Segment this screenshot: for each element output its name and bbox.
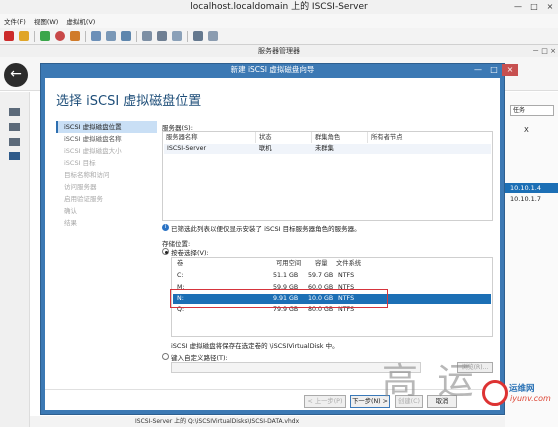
custom-path-label: 键入自定义路径(T): bbox=[171, 354, 228, 362]
menu-vm[interactable]: 虚拟机(V) bbox=[66, 16, 95, 26]
volume-cell: C: bbox=[177, 272, 184, 279]
clear-x[interactable]: X bbox=[524, 126, 529, 134]
step-location[interactable]: iSCSI 虚拟磁盘位置 bbox=[56, 121, 157, 133]
step-auth: 启用验证服务 bbox=[64, 195, 103, 203]
server-table: 服务器名称 状态 群集角色 所有者节点 ISCSI-Server 联机 未群集 bbox=[162, 131, 493, 221]
play-icon[interactable] bbox=[40, 31, 50, 41]
maximize-button[interactable]: □ bbox=[526, 0, 542, 14]
server-owner-cell bbox=[368, 144, 371, 154]
reset-icon[interactable] bbox=[55, 31, 65, 41]
server-status-cell: 联机 bbox=[259, 145, 272, 152]
local-server-icon[interactable] bbox=[9, 123, 20, 131]
step-size: iSCSI 虚拟磁盘大小 bbox=[64, 147, 122, 155]
back-arrow-icon[interactable]: ← bbox=[4, 63, 28, 87]
all-servers-icon[interactable] bbox=[9, 138, 20, 146]
col-free-space[interactable]: 可用空间 bbox=[276, 259, 301, 269]
step-access-servers: 访问服务器 bbox=[64, 183, 97, 191]
watermark-logo: 运维网 iyunv.com bbox=[482, 380, 554, 422]
power-icon[interactable] bbox=[70, 31, 80, 41]
table-row[interactable]: ISCSI-Server 联机 未群集 bbox=[164, 144, 491, 154]
wizard-heading: 选择 iSCSI 虚拟磁盘位置 bbox=[56, 94, 202, 109]
server-manager-title: 服务器管理器 bbox=[0, 45, 558, 57]
capacity-cell: 59.7 GB bbox=[308, 272, 334, 279]
col-capacity[interactable]: 容量 bbox=[315, 259, 328, 269]
left-navigation-pane bbox=[0, 92, 30, 427]
unity-icon[interactable] bbox=[172, 31, 182, 41]
step-confirm: 确认 bbox=[64, 207, 77, 215]
previous-button[interactable]: < 上一步(P) bbox=[304, 395, 346, 408]
table-row[interactable]: C: 51.1 GB 59.7 GB NTFS bbox=[173, 271, 491, 281]
dashboard-icon[interactable] bbox=[9, 108, 20, 116]
server-cluster-cell: 未群集 bbox=[315, 145, 334, 152]
right-pane bbox=[505, 92, 558, 427]
info-icon: i bbox=[162, 224, 169, 231]
toolbar-separator bbox=[136, 30, 137, 42]
col-status[interactable]: 状态 bbox=[256, 132, 312, 143]
console-icon[interactable] bbox=[142, 31, 152, 41]
fullscreen-icon[interactable] bbox=[157, 31, 167, 41]
snapshot-icon[interactable] bbox=[91, 31, 101, 41]
by-volume-label: 按卷选择(V): bbox=[171, 249, 209, 257]
col-server-name[interactable]: 服务器名称 bbox=[163, 132, 256, 143]
wizard-maximize-button[interactable]: □ bbox=[486, 64, 502, 76]
wizard-steps: iSCSI 虚拟磁盘位置 iSCSI 虚拟磁盘名称 iSCSI 虚拟磁盘大小 i… bbox=[56, 121, 157, 229]
logo-site-name: 运维网 bbox=[509, 384, 535, 394]
wizard-title: 新建 iSCSI 虚拟磁盘向导 bbox=[230, 65, 315, 74]
server-name-cell: ISCSI-Server bbox=[167, 145, 207, 152]
filter-info-text: 已筛选此列表以便仅显示安装了 iSCSI 目标服务器角色的服务器。 bbox=[171, 225, 361, 233]
stop-icon[interactable] bbox=[4, 31, 14, 41]
col-filesystem[interactable]: 文件系统 bbox=[336, 259, 361, 269]
vm-window-controls: — □ × bbox=[510, 0, 558, 14]
step-target-access: 目标名称和访问 bbox=[64, 171, 110, 179]
toolbar-separator bbox=[187, 30, 188, 42]
col-volume[interactable]: 卷 bbox=[177, 259, 183, 269]
minimize-button[interactable]: — bbox=[510, 0, 526, 14]
menu-file[interactable]: 文件(F) bbox=[4, 16, 26, 26]
toolbar-separator bbox=[85, 30, 86, 42]
close-button[interactable]: × bbox=[542, 0, 558, 14]
pause-icon[interactable] bbox=[19, 31, 29, 41]
step-target: iSCSI 目标 bbox=[64, 159, 96, 167]
save-location-note: iSCSI 虚拟磁盘将保存在选定卷的 \iSCSIVirtualDisk 中。 bbox=[171, 342, 339, 350]
free-cell: 51.1 GB bbox=[273, 272, 299, 279]
wizard-close-button[interactable]: × bbox=[502, 64, 518, 76]
volume-header-row: 卷 可用空间 容量 文件系统 bbox=[173, 259, 491, 269]
send-keys-icon[interactable] bbox=[193, 31, 203, 41]
vm-toolbar bbox=[0, 28, 558, 45]
step-name: iSCSI 虚拟磁盘名称 bbox=[64, 135, 122, 143]
server-ip[interactable]: 10.10.1.7 bbox=[510, 195, 541, 203]
fs-cell: NTFS bbox=[338, 272, 355, 279]
manage-snapshot-icon[interactable] bbox=[121, 31, 131, 41]
logo-url: iyunv.com bbox=[510, 394, 551, 403]
file-storage-icon[interactable] bbox=[9, 152, 20, 160]
col-cluster-role[interactable]: 群集角色 bbox=[312, 132, 368, 143]
server-ip-selected[interactable]: 10.10.1.4 bbox=[505, 183, 558, 193]
vm-window-title: localhost.localdomain 上的 ISCSI-Server bbox=[0, 0, 558, 14]
tasks-dropdown[interactable]: 任务 bbox=[510, 105, 554, 116]
menu-view[interactable]: 视图(W) bbox=[34, 16, 59, 26]
menu-bar: 文件(F) 视图(W) 虚拟机(V) bbox=[0, 14, 558, 28]
step-results: 结果 bbox=[64, 219, 77, 227]
wizard-minimize-button[interactable]: — bbox=[470, 64, 486, 76]
revert-icon[interactable] bbox=[106, 31, 116, 41]
watermark-text: 高 运 bbox=[382, 361, 478, 402]
server-manager-controls[interactable]: － □ × bbox=[532, 45, 556, 57]
highlight-annotation-box bbox=[170, 289, 388, 308]
by-volume-radio[interactable] bbox=[162, 248, 169, 255]
settings-icon[interactable] bbox=[208, 31, 218, 41]
logo-circle-icon bbox=[482, 380, 508, 406]
wizard-controls: — □ × bbox=[470, 64, 518, 76]
col-owner-node[interactable]: 所有者节点 bbox=[368, 132, 492, 143]
status-path: ISCSI-Server 上的 Q:\iSCSIVirtualDisks\ISC… bbox=[30, 416, 505, 427]
toolbar-separator bbox=[34, 30, 35, 42]
custom-path-radio[interactable] bbox=[162, 353, 169, 360]
